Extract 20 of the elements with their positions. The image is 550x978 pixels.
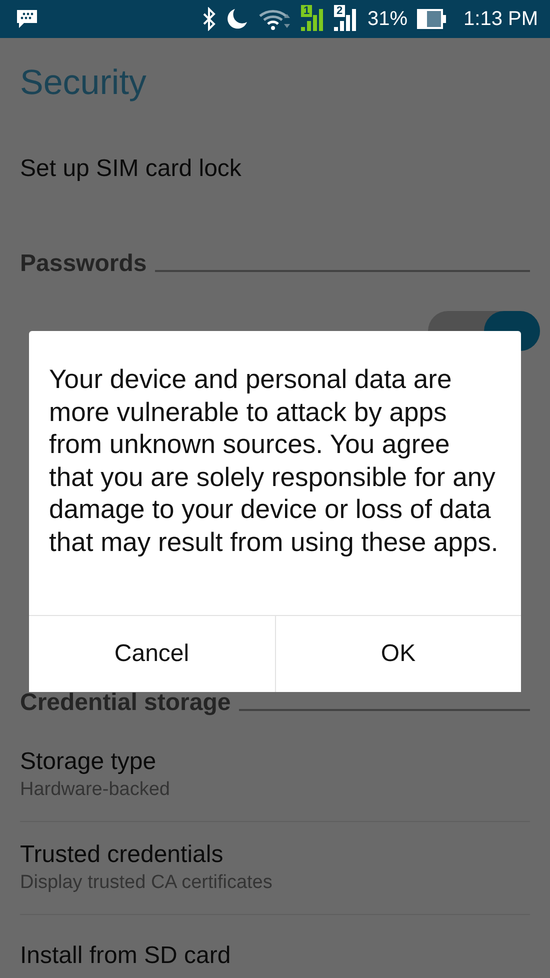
chat-icon [16, 9, 38, 29]
sim-number: 2 [334, 5, 345, 17]
settings-item[interactable]: Install from SD card [20, 915, 530, 978]
wifi-icon [258, 8, 292, 30]
item-title: Trusted credentials [20, 840, 224, 870]
item-title: Storage type [20, 747, 158, 777]
item-title: Install from SD card [20, 941, 232, 971]
section-header: Credential storage [20, 689, 231, 717]
page-title: Security [19, 62, 148, 104]
dialog-button[interactable]: OK [274, 616, 521, 692]
moon-icon [225, 7, 250, 31]
bluetooth-icon [202, 7, 216, 31]
sim-number: 1 [301, 5, 312, 17]
settings-item[interactable]: Set up SIM card lock [20, 128, 530, 210]
item-title: Set up SIM card lock [20, 154, 242, 184]
clock: 1:13 PM [464, 7, 538, 31]
battery-icon [416, 9, 447, 29]
battery-percent: 31% [367, 7, 408, 31]
section-header: Passwords [20, 250, 147, 278]
dialog-message: Your device and personal data are more vulnerable to attack by apps from unknown sources. You agree that you are solely responsible for any damage to your device or loss of data that may result from using these apps. [49, 363, 500, 558]
